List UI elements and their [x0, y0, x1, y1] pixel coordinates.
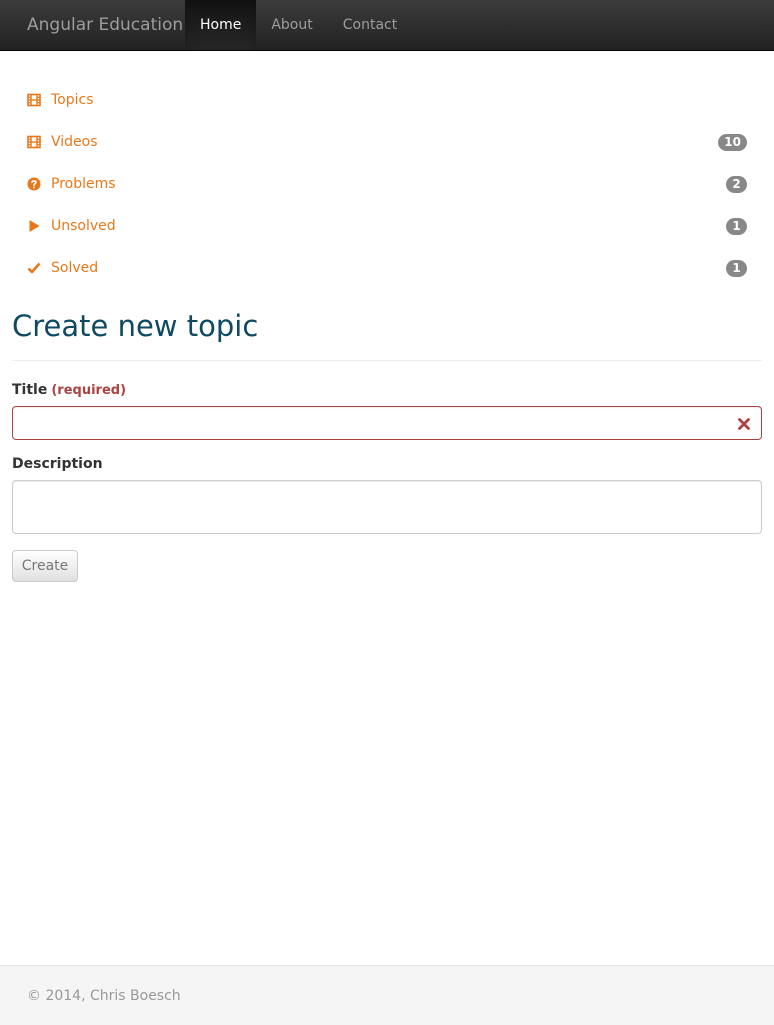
title-label: Title (required): [12, 382, 126, 398]
remove-icon: [737, 416, 751, 430]
nav-menu: Home About Contact: [185, 0, 412, 50]
menu-label-solved: Solved: [51, 260, 99, 276]
footer-copyright: © 2014, Chris Boesch: [27, 988, 181, 1004]
menu-label-unsolved: Unsolved: [51, 218, 116, 234]
menu-item-videos[interactable]: Videos 10: [12, 121, 762, 163]
required-indicator: (required): [51, 383, 127, 398]
play-icon: [27, 219, 41, 233]
footer: © 2014, Chris Boesch: [0, 965, 774, 1025]
description-label: Description: [12, 456, 103, 472]
title-label-text: Title: [12, 382, 48, 398]
menu-item-problems[interactable]: Problems 2: [12, 163, 762, 205]
topic-menu: Topics Videos 10 Problems 2 Unsolved 1 S…: [12, 79, 762, 289]
menu-label-problems: Problems: [51, 176, 116, 192]
menu-item-unsolved[interactable]: Unsolved 1: [12, 205, 762, 247]
divider: [12, 360, 762, 361]
count-badge: 1: [726, 218, 747, 235]
nav-item-home[interactable]: Home: [185, 0, 257, 50]
title-input[interactable]: [12, 406, 762, 440]
navbar: Angular Education Home About Contact: [0, 0, 774, 51]
create-button[interactable]: Create: [12, 550, 78, 582]
count-badge: 10: [718, 134, 747, 151]
question-circle-icon: [27, 177, 41, 191]
nav-item-about[interactable]: About: [256, 0, 327, 50]
count-badge: 2: [726, 176, 747, 193]
checkmark-icon: [27, 261, 41, 275]
film-icon: [27, 135, 41, 149]
menu-label-topics: Topics: [51, 92, 94, 108]
film-icon: [27, 93, 41, 107]
page-title: Create new topic: [12, 309, 259, 343]
count-badge: 1: [726, 260, 747, 277]
menu-item-solved[interactable]: Solved 1: [12, 247, 762, 289]
brand-link[interactable]: Angular Education: [27, 0, 183, 50]
menu-label-videos: Videos: [51, 134, 98, 150]
nav-item-contact[interactable]: Contact: [328, 0, 412, 50]
menu-item-topics[interactable]: Topics: [12, 79, 762, 121]
description-textarea[interactable]: [12, 480, 762, 534]
